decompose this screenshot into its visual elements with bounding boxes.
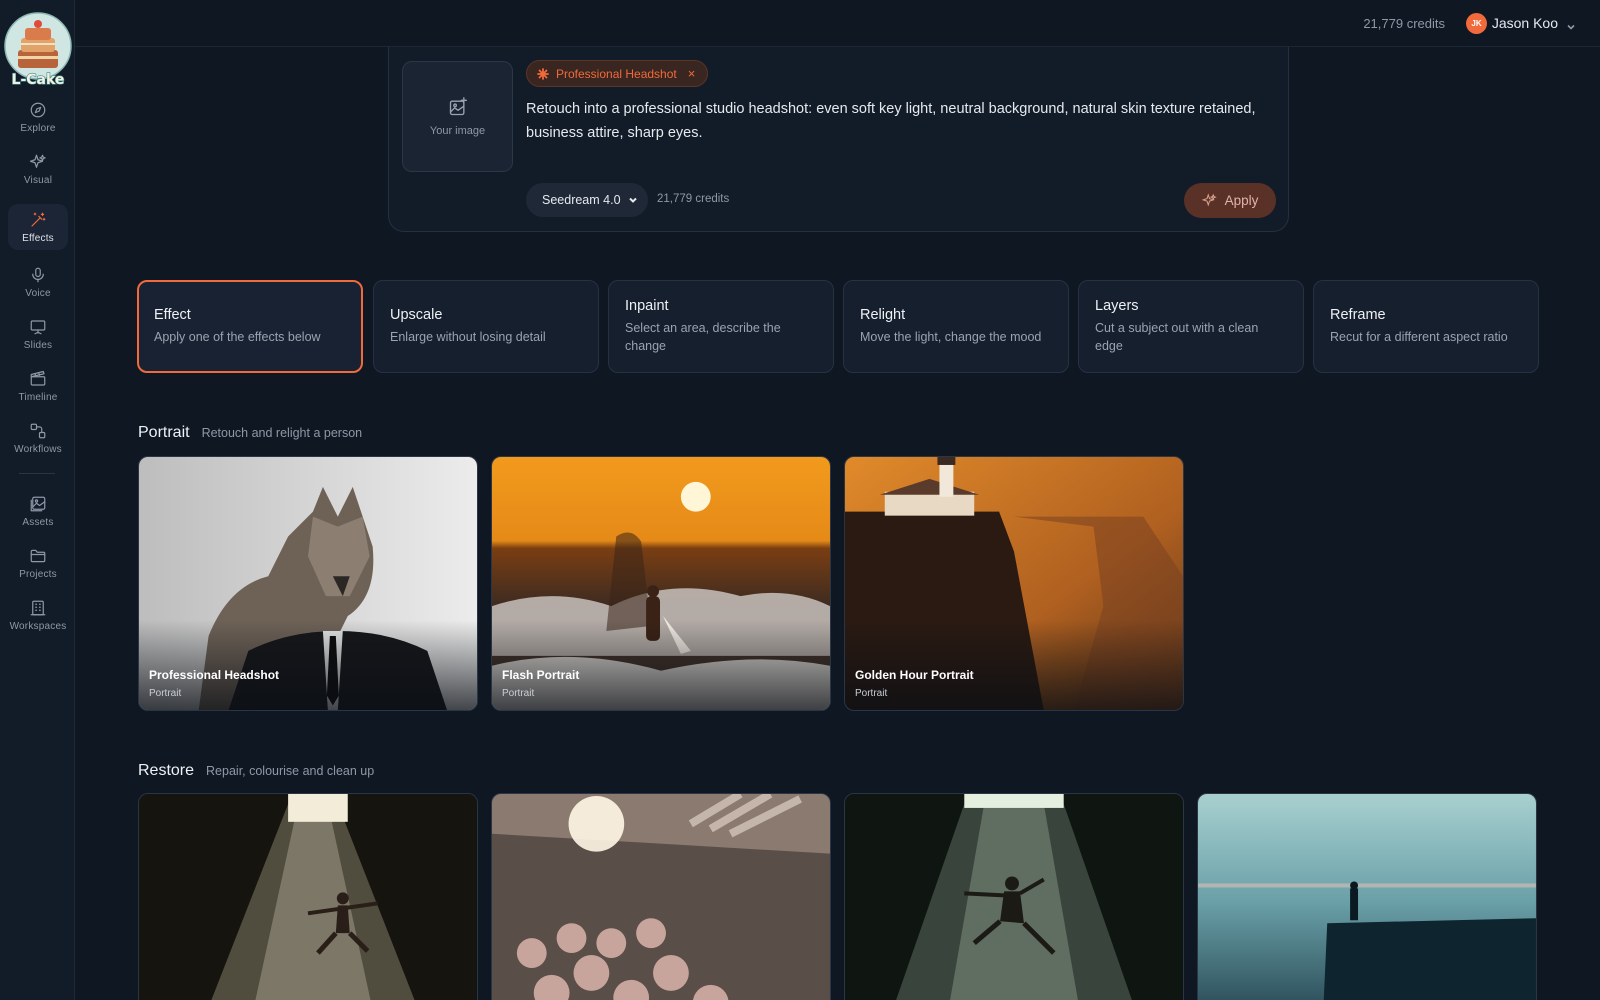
sidebar-item-label: Visual: [23, 174, 53, 186]
restore-card-2[interactable]: [491, 793, 831, 1000]
upload-label: Your image: [429, 124, 486, 137]
card-category: Portrait: [149, 688, 182, 699]
building-icon: [30, 600, 46, 615]
sidebar-item-explore[interactable]: Explore: [8, 94, 68, 140]
section-header-portrait: Portrait Retouch and relight a person: [138, 424, 362, 442]
avatar[interactable]: JK: [1466, 13, 1487, 34]
sidebar-item-label: Voice: [25, 287, 51, 299]
user-name[interactable]: Jason Koo: [1492, 15, 1558, 31]
sidebar-item-voice[interactable]: Voice: [8, 259, 68, 305]
sidebar-item-label: Explore: [20, 122, 56, 134]
clapperboard-icon: [30, 370, 46, 386]
apply-label: Apply: [1224, 193, 1259, 208]
sidebar-item-label: Slides: [23, 339, 53, 351]
restore-card-4[interactable]: [1197, 793, 1537, 1000]
tool-desc: Enlarge without losing detail: [390, 330, 546, 344]
svg-text:L-Cake: L-Cake: [12, 72, 65, 88]
microphone-icon: [32, 267, 44, 282]
panel-credits: 21,779 credits: [657, 193, 730, 205]
model-select[interactable]: Seedream 4.0: [526, 183, 648, 217]
sidebar-item-label: Assets: [22, 516, 54, 528]
card-category: Portrait: [855, 688, 888, 699]
app-logo[interactable]: L-Cake: [4, 10, 72, 89]
tool-desc: Move the light, change the mood: [860, 330, 1042, 344]
section-subtitle: Repair, colourise and clean up: [206, 764, 375, 778]
sidebar-divider: [19, 473, 55, 474]
section-title: Portrait: [138, 424, 190, 441]
card-category: Portrait: [502, 688, 535, 699]
chevron-down-icon: [629, 197, 637, 203]
sidebar-item-label: Workflows: [14, 443, 62, 455]
tool-desc: Select an area, describe the change: [625, 321, 781, 353]
top-bar: 21,779 credits JK Jason Koo: [75, 0, 1600, 47]
effect-card-golden-hour-portrait[interactable]: Golden Hour Portrait Portrait: [844, 456, 1184, 711]
folder-icon: [30, 549, 46, 562]
compass-icon: [30, 102, 46, 117]
sidebar-item-timeline[interactable]: Timeline: [8, 363, 68, 409]
close-icon[interactable]: ×: [688, 66, 696, 81]
sidebar-item-label: Projects: [19, 568, 57, 580]
section-header-restore: Restore Repair, colourise and clean up: [138, 762, 374, 780]
tool-title: Layers: [1095, 298, 1139, 314]
prompt-input[interactable]: Retouch into a professional studio heads…: [526, 97, 1266, 145]
credits-counter: 21,779 credits: [1363, 16, 1445, 31]
sparkles-icon: [1201, 193, 1217, 207]
effect-card-flash-portrait[interactable]: Flash Portrait Portrait: [491, 456, 831, 711]
card-shade: [492, 620, 830, 710]
workflow-icon: [30, 423, 46, 438]
card-title: Flash Portrait: [502, 668, 580, 682]
tool-title: Effect: [154, 307, 191, 323]
sidebar: L-Cake Explore Visual Effects Voice Slid…: [0, 0, 75, 1000]
tool-card-layers[interactable]: Layers Cut a subject out with a clean ed…: [1078, 280, 1304, 373]
restore-card-1[interactable]: [138, 793, 478, 1000]
selected-effect-chip[interactable]: Professional Headshot ×: [526, 60, 709, 87]
sidebar-item-label: Timeline: [18, 391, 58, 403]
image-stack-icon: [30, 496, 46, 511]
magic-wand-icon: [31, 212, 46, 227]
sidebar-item-workspaces[interactable]: Workspaces: [8, 592, 68, 638]
tool-card-upscale[interactable]: Upscale Enlarge without losing detail: [373, 280, 599, 373]
sidebar-item-slides[interactable]: Slides: [8, 311, 68, 357]
sparkles-icon: [29, 154, 46, 168]
tool-title: Relight: [860, 307, 906, 323]
section-subtitle: Retouch and relight a person: [201, 426, 363, 440]
sidebar-item-label: Effects: [22, 232, 54, 244]
card-thumbnail: [139, 794, 477, 1000]
card-shade: [139, 620, 477, 710]
tool-desc: Cut a subject out with a clean edge: [1095, 321, 1259, 353]
card-title: Professional Headshot: [149, 668, 280, 682]
card-title: Golden Hour Portrait: [855, 668, 974, 682]
sidebar-item-workflows[interactable]: Workflows: [8, 415, 68, 461]
card-thumbnail: [492, 794, 830, 1000]
model-select-value: Seedream 4.0: [542, 193, 621, 207]
tool-card-effect[interactable]: Effect Apply one of the effects below: [137, 280, 363, 373]
sidebar-item-label: Workspaces: [9, 620, 67, 632]
card-thumbnail: [845, 794, 1183, 1000]
tool-title: Upscale: [390, 307, 443, 323]
image-add-icon: [449, 96, 467, 115]
sidebar-item-projects[interactable]: Projects: [8, 540, 68, 586]
presentation-icon: [30, 319, 46, 334]
restore-card-3[interactable]: [844, 793, 1184, 1000]
sidebar-item-assets[interactable]: Assets: [8, 488, 68, 534]
tool-title: Inpaint: [625, 298, 669, 314]
tool-card-reframe[interactable]: Reframe Recut for a different aspect rat…: [1313, 280, 1539, 373]
effect-card-professional-headshot[interactable]: Professional Headshot Portrait: [138, 456, 478, 711]
tool-card-inpaint[interactable]: Inpaint Select an area, describe the cha…: [608, 280, 834, 373]
prompt-panel: Your image Professional Headshot × Retou…: [388, 47, 1289, 232]
chip-label: Professional Headshot: [556, 66, 677, 81]
card-shade: [845, 620, 1183, 710]
section-title: Restore: [138, 762, 195, 779]
tool-title: Reframe: [1330, 307, 1386, 323]
card-thumbnail: [1198, 794, 1536, 1000]
image-upload[interactable]: Your image: [402, 61, 513, 172]
tool-card-relight[interactable]: Relight Move the light, change the mood: [843, 280, 1069, 373]
sidebar-item-effects[interactable]: Effects: [8, 204, 68, 250]
sparkle-icon: [537, 67, 549, 80]
apply-button[interactable]: Apply: [1184, 183, 1276, 218]
tool-desc: Recut for a different aspect ratio: [1330, 330, 1508, 344]
chevron-down-icon[interactable]: [1566, 19, 1576, 30]
sidebar-item-visual[interactable]: Visual: [8, 146, 68, 192]
tool-desc: Apply one of the effects below: [154, 330, 321, 344]
